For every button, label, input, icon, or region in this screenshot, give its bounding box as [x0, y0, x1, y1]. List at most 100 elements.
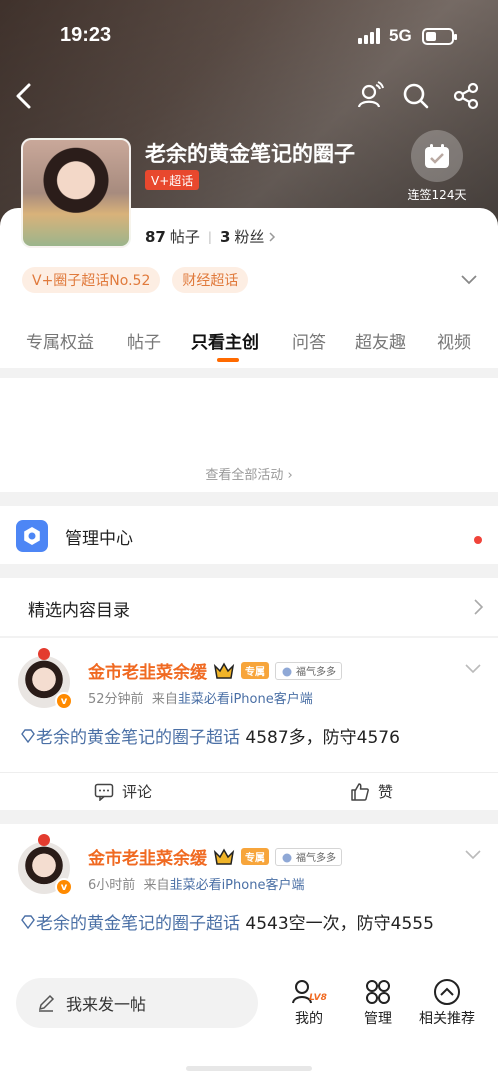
status-time: 19:23 — [60, 24, 112, 46]
level-badge: LV8 — [309, 993, 327, 1003]
tab-bar: 专属权益 帖子 只看主创 问答 超友趣 视频 — [0, 322, 498, 362]
settings-icon — [16, 520, 48, 552]
like-button[interactable]: 赞 — [350, 781, 393, 802]
post-time: 6小时前 — [88, 878, 136, 893]
tag-list: V+圈子超话No.52 财经超话 — [22, 267, 249, 293]
calendar-check-icon — [425, 144, 449, 168]
circle-title: 老余的黄金笔记的圈子 — [145, 142, 355, 166]
top-nav — [0, 78, 498, 118]
manage-center-label: 管理中心 — [65, 529, 133, 549]
status-bar: 19:23 5G — [0, 22, 498, 52]
network-label: 5G — [389, 26, 412, 45]
checkin-label: 连签124天 — [407, 188, 467, 202]
author-avatar[interactable]: v — [18, 834, 73, 896]
comment-button[interactable]: 评论 — [94, 781, 152, 802]
tag-rank[interactable]: V+圈子超话No.52 — [22, 267, 161, 293]
pencil-icon — [38, 994, 55, 1012]
view-all-label: 查看全部活动 — [205, 468, 284, 483]
fortune-badge: 福气多多 — [275, 661, 342, 680]
post-text: 4543空一次，防守4555 — [240, 914, 434, 934]
fortune-badge: 福气多多 — [275, 847, 342, 866]
bottom-bar: 我来发一帖 LV8 我的 管理 相关推荐 — [0, 970, 498, 1080]
post-actions: 评论 赞 — [0, 772, 498, 810]
compose-post-button[interactable]: 我来发一帖 — [16, 978, 258, 1028]
author-row: 金市老韭菜余缓 专属 福气多多 — [88, 844, 342, 869]
post-card[interactable]: v 金市老韭菜余缓 专属 福气多多 52分钟前 来自韭菜必看iPhone客户端 … — [0, 638, 498, 810]
post-source[interactable]: 韭菜必看iPhone客户端 — [170, 878, 305, 893]
post-content: 老余的黄金笔记的圈子超话 4587多，防守4576 — [20, 724, 480, 752]
author-name[interactable]: 金市老韭菜余缓 — [88, 658, 207, 683]
featured-catalog-row[interactable]: 精选内容目录 — [0, 578, 498, 636]
activity-section: 查看全部活动 › — [0, 378, 498, 492]
medal-icon — [282, 667, 292, 676]
fortune-badge-label: 福气多多 — [296, 853, 336, 864]
comment-label: 评论 — [122, 783, 153, 801]
super-topic-icon — [21, 729, 35, 744]
tab-fun[interactable]: 超友趣 — [355, 328, 406, 353]
nav-mine[interactable]: LV8 我的 — [274, 976, 344, 1028]
exclusive-badge: 专属 — [241, 848, 269, 865]
author-name[interactable]: 金市老韭菜余缓 — [88, 844, 207, 869]
like-label: 赞 — [378, 783, 394, 801]
post-meta: 52分钟前 来自韭菜必看iPhone客户端 — [88, 688, 313, 707]
super-topic-icon — [21, 915, 35, 930]
nav-manage[interactable]: 管理 — [343, 976, 413, 1028]
manage-center-row[interactable]: 管理中心 — [0, 506, 498, 564]
fans-label[interactable]: 粉丝 — [234, 226, 264, 247]
tab-posts[interactable]: 帖子 — [127, 328, 161, 353]
chevron-up-circle-icon — [434, 979, 460, 1005]
author-avatar[interactable]: v — [18, 648, 73, 710]
fans-count: 3 — [219, 227, 231, 246]
comment-icon — [94, 783, 114, 801]
tab-benefits[interactable]: 专属权益 — [26, 328, 94, 353]
nav-manage-label: 管理 — [364, 1011, 392, 1027]
post-time: 52分钟前 — [88, 692, 144, 707]
posts-count: 87 — [145, 227, 166, 246]
crown-icon — [213, 661, 235, 679]
verified-icon: v — [55, 692, 73, 710]
nav-recommend-label: 相关推荐 — [419, 1011, 475, 1027]
verified-icon: v — [55, 878, 73, 896]
tab-creators-only[interactable]: 只看主创 — [191, 328, 259, 353]
tags-expand-button[interactable] — [460, 270, 478, 289]
chevron-down-icon — [461, 275, 477, 285]
nav-mine-label: 我的 — [295, 1011, 323, 1027]
view-all-activities-link[interactable]: 查看全部活动 › — [0, 464, 498, 483]
post-card[interactable]: v 金市老韭菜余缓 专属 福气多多 6小时前 来自韭菜必看iPhone客户端 老… — [0, 824, 498, 970]
post-from-prefix: 来自 — [143, 878, 170, 893]
members-icon — [357, 81, 384, 108]
medal-icon — [282, 853, 292, 862]
chevron-down-icon[interactable] — [464, 848, 482, 860]
chevron-down-icon[interactable] — [464, 662, 482, 674]
post-content: 老余的黄金笔记的圈子超话 4543空一次，防守4555 — [20, 910, 480, 938]
circle-avatar[interactable] — [21, 138, 131, 248]
home-indicator — [186, 1066, 312, 1071]
featured-catalog-label: 精选内容目录 — [28, 601, 130, 621]
active-tab-indicator — [217, 358, 239, 362]
fortune-badge-label: 福气多多 — [296, 667, 336, 678]
topic-link[interactable]: 老余的黄金笔记的圈子超话 — [36, 914, 240, 934]
nav-recommend[interactable]: 相关推荐 — [412, 976, 482, 1028]
chevron-right-icon — [474, 599, 484, 615]
share-button[interactable] — [448, 78, 484, 114]
tab-video[interactable]: 视频 — [437, 328, 471, 353]
exclusive-badge: 专属 — [241, 662, 269, 679]
grid-icon — [366, 980, 390, 1004]
signal-icon — [358, 28, 380, 44]
battery-icon — [422, 28, 457, 45]
crown-icon — [213, 847, 235, 865]
back-button[interactable] — [6, 78, 42, 114]
search-button[interactable] — [398, 78, 434, 114]
topic-link[interactable]: 老余的黄金笔记的圈子超话 — [36, 728, 240, 748]
super-topic-badge: V+超话 — [145, 170, 200, 190]
post-from-prefix: 来自 — [151, 692, 178, 707]
tab-qa[interactable]: 问答 — [292, 328, 326, 353]
back-arrow-icon — [16, 83, 31, 109]
checkin-button[interactable] — [411, 130, 463, 182]
post-source[interactable]: 韭菜必看iPhone客户端 — [178, 692, 313, 707]
chevron-right-icon — [269, 231, 276, 242]
circle-stats: 87 帖子 | 3 粉丝 — [145, 226, 277, 247]
tag-finance[interactable]: 财经超话 — [172, 267, 249, 293]
posts-label[interactable]: 帖子 — [170, 226, 200, 247]
members-button[interactable] — [352, 78, 388, 114]
